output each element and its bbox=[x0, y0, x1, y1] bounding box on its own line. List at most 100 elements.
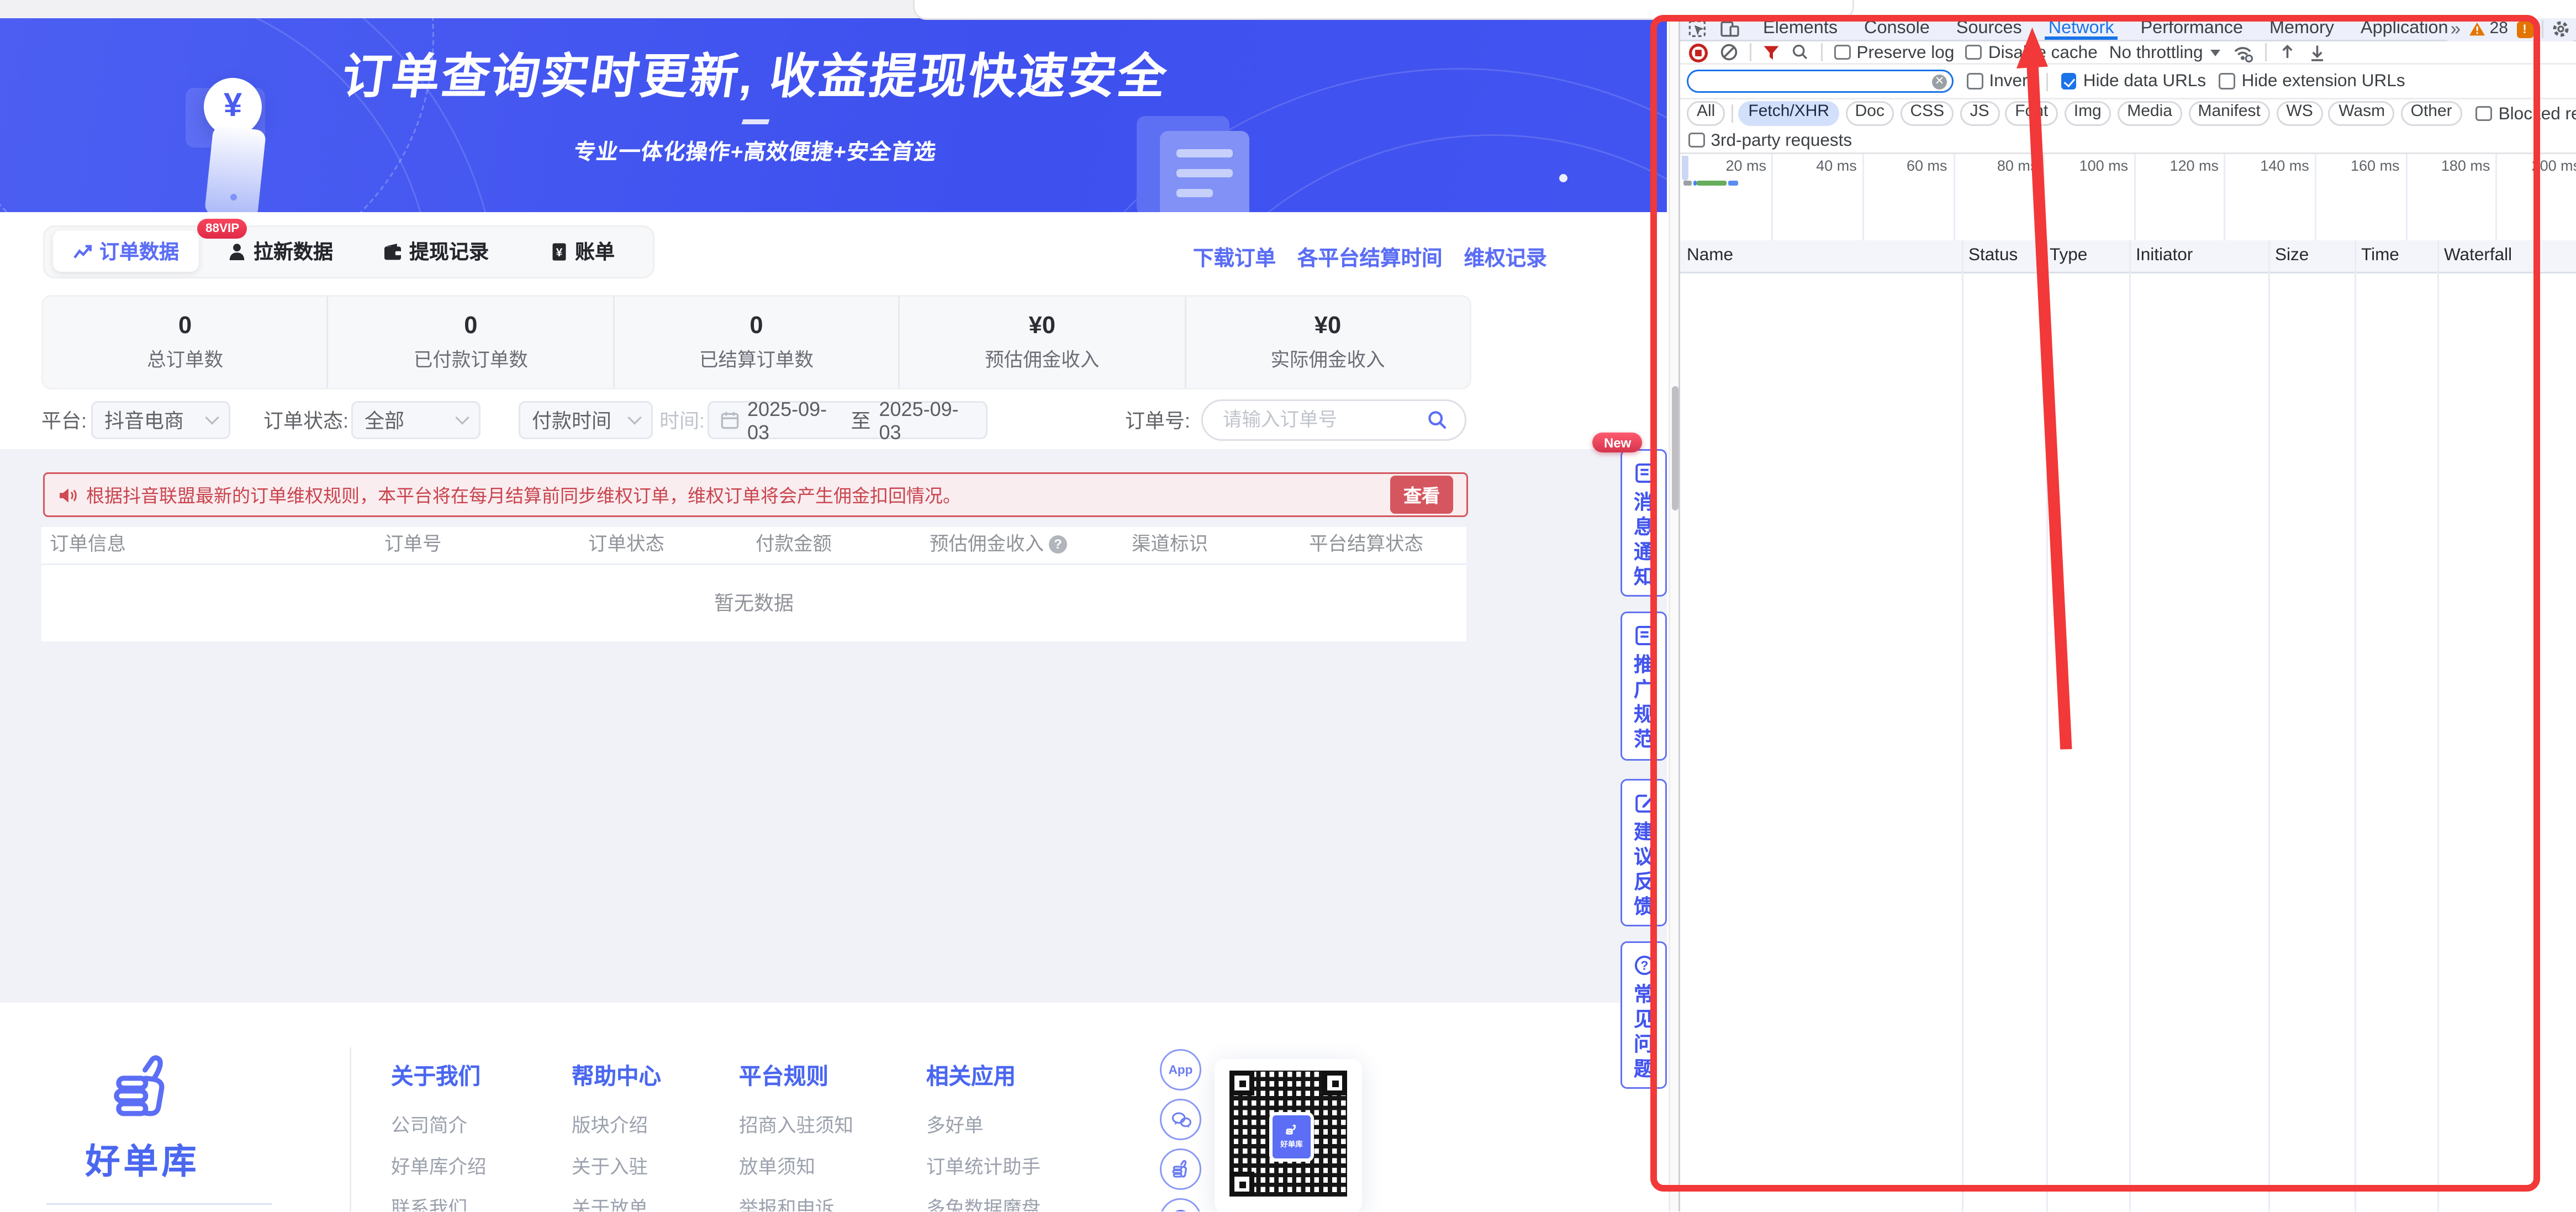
wechat-icon[interactable] bbox=[1160, 1099, 1201, 1140]
col-status[interactable]: Status bbox=[1968, 240, 2018, 273]
footer-link[interactable]: 订单统计助手 bbox=[926, 1153, 1041, 1180]
checkbox-checked[interactable] bbox=[2061, 73, 2077, 89]
checkbox[interactable] bbox=[1966, 44, 1982, 60]
link-rights-records[interactable]: 维权记录 bbox=[1464, 240, 1547, 272]
tab-order-data[interactable]: 订单数据 bbox=[53, 230, 199, 272]
footer-brand: 好单库 bbox=[46, 1049, 239, 1185]
clear-button[interactable] bbox=[1720, 43, 1738, 61]
side-tab-faq[interactable]: ? 常见问题 bbox=[1620, 941, 1667, 1089]
footer-link[interactable]: 联系我们 bbox=[391, 1195, 467, 1212]
browser-app-icon[interactable] bbox=[1160, 1198, 1201, 1212]
export-har-icon[interactable] bbox=[2308, 43, 2326, 61]
order-no-input[interactable] bbox=[1220, 409, 1427, 432]
view-button[interactable]: 查看 bbox=[1390, 476, 1453, 514]
tab-withdraw-records[interactable]: 提现记录 bbox=[383, 227, 489, 275]
pill-css[interactable]: CSS bbox=[1900, 101, 1954, 126]
hide-data-urls-toggle[interactable]: Hide data URLs bbox=[2061, 71, 2206, 91]
footer-link[interactable]: 招商入驻须知 bbox=[739, 1112, 853, 1139]
scrollbar-thumb[interactable] bbox=[1671, 386, 1679, 510]
time-type-select[interactable]: 付款时间 bbox=[519, 401, 653, 439]
clear-filter-icon[interactable]: ✕ bbox=[1932, 74, 1947, 89]
inspect-icon[interactable] bbox=[1688, 19, 1707, 38]
stat-value: ¥0 bbox=[1029, 313, 1055, 339]
platform-select[interactable]: 抖音电商 bbox=[91, 401, 230, 439]
waterfall-overview-bar bbox=[1728, 180, 1738, 186]
side-tab-promotion-rules[interactable]: 推广规范 bbox=[1620, 612, 1667, 761]
devtools-tab-console[interactable]: Console bbox=[1851, 17, 1943, 40]
col-name[interactable]: Name bbox=[1687, 240, 1733, 273]
footer-link[interactable]: 版块介绍 bbox=[572, 1112, 648, 1139]
issues-badge[interactable]: ! bbox=[2516, 21, 2533, 38]
devtools-tab-sources[interactable]: Sources bbox=[1943, 17, 2035, 40]
network-filter-input[interactable] bbox=[1698, 71, 1932, 91]
pill-ws[interactable]: WS bbox=[2276, 101, 2322, 126]
footer-link[interactable]: 关于放单 bbox=[572, 1195, 648, 1212]
footer-link[interactable]: 举报和申诉 bbox=[739, 1195, 835, 1212]
checkbox[interactable] bbox=[2219, 73, 2235, 89]
pill-media[interactable]: Media bbox=[2117, 101, 2182, 126]
devtools-tab-application[interactable]: Application bbox=[2347, 17, 2461, 40]
new-badge: New bbox=[1592, 433, 1643, 452]
search-icon[interactable] bbox=[1427, 409, 1448, 431]
platform-label: 平台: bbox=[41, 401, 87, 442]
link-settlement-times[interactable]: 各平台结算时间 bbox=[1297, 240, 1443, 272]
pill-img[interactable]: Img bbox=[2064, 101, 2112, 126]
filter-icon[interactable] bbox=[1763, 44, 1780, 61]
footer-link[interactable]: 多好单 bbox=[926, 1112, 984, 1139]
tab-bills[interactable]: ¥ 账单 bbox=[550, 227, 615, 275]
more-tabs-button[interactable]: » bbox=[2451, 19, 2461, 39]
devtools-tab-memory[interactable]: Memory bbox=[2256, 17, 2347, 40]
network-conditions-icon[interactable] bbox=[2231, 43, 2253, 62]
footer-col-title: 相关应用 bbox=[926, 1057, 1016, 1090]
blocked-cookies-toggle[interactable]: Blocked response cookies bbox=[2476, 104, 2576, 124]
col-initiator[interactable]: Initiator bbox=[2136, 240, 2193, 273]
devtools-tab-performance[interactable]: Performance bbox=[2128, 17, 2256, 40]
devtools-tab-elements[interactable]: Elements bbox=[1750, 17, 1851, 40]
pill-fetch-xhr[interactable]: Fetch/XHR bbox=[1738, 101, 1839, 126]
pill-other[interactable]: Other bbox=[2401, 101, 2462, 126]
pill-font[interactable]: Font bbox=[2005, 101, 2058, 126]
throttling-select[interactable]: No throttling bbox=[2109, 43, 2220, 62]
footer-link[interactable]: 多兔数据魔盘 bbox=[926, 1195, 1041, 1212]
preserve-log-toggle[interactable]: Preserve log bbox=[1834, 43, 1954, 62]
checkbox[interactable] bbox=[1688, 132, 1704, 148]
record-button[interactable] bbox=[1688, 43, 1708, 62]
app-badge[interactable]: App bbox=[1160, 1049, 1201, 1090]
col-type[interactable]: Type bbox=[2050, 240, 2087, 273]
footer-link[interactable]: 公司简介 bbox=[391, 1112, 467, 1139]
timeline-selection-handle[interactable] bbox=[1682, 156, 1688, 181]
pill-js[interactable]: JS bbox=[1960, 101, 1999, 126]
pill-all[interactable]: All bbox=[1687, 101, 1725, 126]
side-tab-messages[interactable]: 消息通知 bbox=[1620, 449, 1667, 597]
chevron-down-icon bbox=[205, 410, 219, 424]
warning-counter[interactable]: 28 bbox=[2469, 20, 2508, 38]
footer-link[interactable]: 关于入驻 bbox=[572, 1153, 648, 1180]
col-time[interactable]: Time bbox=[2361, 240, 2399, 273]
gear-icon[interactable] bbox=[2551, 20, 2569, 38]
hide-extension-urls-toggle[interactable]: Hide extension URLs bbox=[2219, 71, 2405, 91]
col-channel: 渠道标识 bbox=[1132, 527, 1208, 563]
devtools-tab-network[interactable]: Network bbox=[2035, 17, 2128, 40]
invert-toggle[interactable]: Invert bbox=[1967, 71, 2033, 91]
link-download-orders[interactable]: 下载订单 bbox=[1193, 240, 1276, 272]
network-timeline: 20 ms 40 ms 60 ms 80 ms 100 ms 120 ms 14… bbox=[1680, 154, 2576, 242]
haodanku-app-icon[interactable] bbox=[1160, 1148, 1201, 1190]
order-status-select[interactable]: 全部 bbox=[351, 401, 481, 439]
checkbox[interactable] bbox=[1967, 73, 1983, 89]
footer-link[interactable]: 好单库介绍 bbox=[391, 1153, 487, 1180]
search-icon[interactable] bbox=[1791, 43, 1809, 61]
col-size[interactable]: Size bbox=[2275, 240, 2309, 273]
footer-link[interactable]: 放单须知 bbox=[739, 1153, 815, 1180]
side-tab-feedback[interactable]: 建议反馈 bbox=[1620, 779, 1667, 926]
import-har-icon[interactable] bbox=[2278, 43, 2296, 61]
help-icon[interactable]: ? bbox=[1049, 535, 1067, 554]
pill-manifest[interactable]: Manifest bbox=[2188, 101, 2271, 126]
date-range-picker[interactable]: 2025-09-03 至 2025-09-03 bbox=[708, 401, 988, 439]
checkbox[interactable] bbox=[2476, 106, 2492, 122]
checkbox[interactable] bbox=[1834, 44, 1850, 60]
disable-cache-toggle[interactable]: Disable cache bbox=[1966, 43, 2097, 62]
device-toolbar-icon[interactable] bbox=[1720, 19, 1740, 38]
col-waterfall[interactable]: Waterfall bbox=[2444, 240, 2512, 273]
pill-wasm[interactable]: Wasm bbox=[2329, 101, 2395, 126]
pill-doc[interactable]: Doc bbox=[1845, 101, 1894, 126]
